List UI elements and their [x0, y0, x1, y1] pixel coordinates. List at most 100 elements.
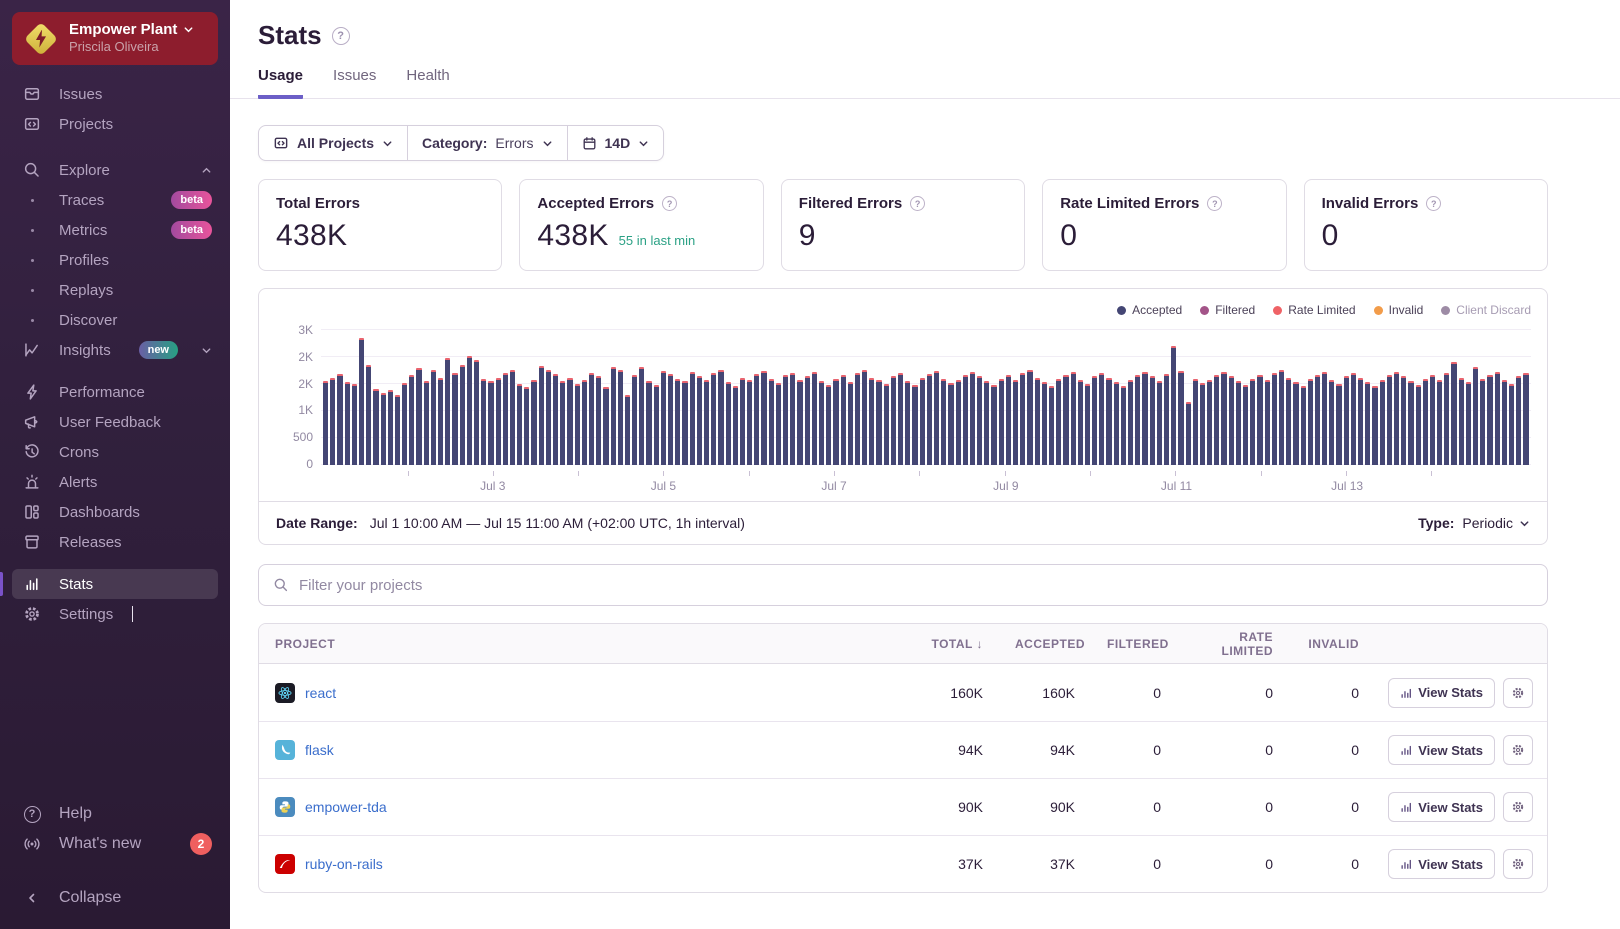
chart-bar[interactable] [452, 373, 457, 465]
chart-bar[interactable] [596, 376, 601, 465]
chart-bar[interactable] [1308, 379, 1313, 465]
chart-bar[interactable] [1358, 378, 1363, 465]
chart-bar[interactable] [546, 370, 551, 465]
chart-bar[interactable] [539, 366, 544, 465]
chart-bar[interactable] [553, 374, 558, 465]
chart-bar[interactable] [503, 373, 508, 465]
view-stats-button[interactable]: View Stats [1388, 735, 1495, 765]
chart-bar[interactable] [517, 384, 522, 465]
chart-bar[interactable] [474, 360, 479, 465]
chart-bar[interactable] [1063, 375, 1068, 465]
chart-bar[interactable] [359, 338, 364, 465]
chart-bar[interactable] [675, 379, 680, 465]
chart-bar[interactable] [977, 376, 982, 465]
chart-bar[interactable] [776, 383, 781, 465]
chart-bar[interactable] [496, 378, 501, 465]
chart-bar[interactable] [812, 372, 817, 465]
chart-bar[interactable] [1380, 380, 1385, 465]
chart-bar[interactable] [1430, 375, 1435, 465]
chart-bar[interactable] [330, 378, 335, 465]
chart-bar[interactable] [395, 395, 400, 465]
sidebar-item-traces[interactable]: Traces beta [12, 185, 218, 215]
chart-bar[interactable] [618, 370, 623, 465]
chart-bar[interactable] [1437, 380, 1442, 465]
chart-bar[interactable] [1229, 376, 1234, 465]
chart-bar[interactable] [1071, 372, 1076, 465]
project-settings-button[interactable] [1503, 849, 1533, 879]
chart-bar[interactable] [697, 376, 702, 465]
chart-bar[interactable] [1056, 379, 1061, 465]
chart-bar[interactable] [1200, 383, 1205, 465]
chart-bar[interactable] [1243, 385, 1248, 465]
chart-bar[interactable] [733, 386, 738, 465]
chart-bar[interactable] [445, 358, 450, 465]
chart-bar[interactable] [927, 374, 932, 465]
chart-bar[interactable] [373, 389, 378, 465]
chart-bar[interactable] [999, 379, 1004, 465]
column-header-accepted[interactable]: ACCEPTED [999, 637, 1091, 651]
chart-bar[interactable] [1487, 375, 1492, 465]
sidebar-item-explore[interactable]: Explore [12, 155, 218, 185]
chart-bar[interactable] [1027, 370, 1032, 465]
chart-bar[interactable] [948, 383, 953, 465]
chart-bar[interactable] [1351, 373, 1356, 465]
chart-bar[interactable] [352, 384, 357, 465]
chart-bar[interactable] [337, 374, 342, 465]
page-help-icon[interactable]: ? [332, 27, 350, 45]
sidebar-item-whats-new[interactable]: What's new 2 [12, 829, 218, 859]
legend-item[interactable]: Filtered [1200, 303, 1255, 317]
chart-bar[interactable] [402, 383, 407, 465]
sidebar-item-projects[interactable]: Projects [12, 109, 218, 139]
chart-bar[interactable] [891, 376, 896, 465]
chart-bar[interactable] [424, 381, 429, 465]
chart-bar[interactable] [1207, 380, 1212, 465]
project-filter-dropdown[interactable]: All Projects [259, 126, 407, 160]
chart-bar[interactable] [1257, 375, 1262, 465]
chart-bar[interactable] [323, 381, 328, 465]
chevron-up-icon[interactable] [201, 165, 212, 176]
chart-bar[interactable] [668, 374, 673, 465]
chart-bar[interactable] [783, 375, 788, 465]
tab-health[interactable]: Health [406, 67, 449, 98]
chart-bar[interactable] [1128, 380, 1133, 465]
sidebar-item-performance[interactable]: Performance [12, 377, 218, 407]
chart-bar[interactable] [639, 367, 644, 465]
chart-bar[interactable] [1444, 373, 1449, 465]
chart-bar[interactable] [1078, 380, 1083, 465]
chart-bar[interactable] [1114, 382, 1119, 465]
chart-bar[interactable] [833, 379, 838, 465]
sidebar-item-stats[interactable]: Stats [12, 569, 218, 599]
sidebar-item-replays[interactable]: Replays [12, 275, 218, 305]
chart-bar[interactable] [1099, 373, 1104, 465]
chart-bar[interactable] [1236, 381, 1241, 465]
chart-bar[interactable] [603, 387, 608, 465]
chart-bar[interactable] [1509, 384, 1514, 465]
chart-bar[interactable] [1121, 386, 1126, 465]
chart-bar[interactable] [460, 365, 465, 465]
chart-bar[interactable] [769, 379, 774, 465]
sidebar-item-metrics[interactable]: Metrics beta [12, 215, 218, 245]
sidebar-item-settings[interactable]: Settings [12, 599, 218, 629]
chart-bar[interactable] [510, 370, 515, 465]
chart-bar[interactable] [984, 381, 989, 465]
chart-bar[interactable] [1451, 362, 1456, 465]
view-stats-button[interactable]: View Stats [1388, 849, 1495, 879]
chart-bar[interactable] [409, 375, 414, 465]
chart-bar[interactable] [848, 382, 853, 465]
chart-bar[interactable] [1178, 371, 1183, 465]
chart-bar[interactable] [1322, 372, 1327, 465]
legend-item[interactable]: Invalid [1374, 303, 1424, 317]
sidebar-item-dashboards[interactable]: Dashboards [12, 497, 218, 527]
chart-bar[interactable] [1035, 378, 1040, 465]
sidebar-item-user-feedback[interactable]: User Feedback [12, 407, 218, 437]
chart-bar[interactable] [1315, 375, 1320, 465]
chart-bar[interactable] [560, 381, 565, 465]
chart-bar[interactable] [575, 384, 580, 465]
chart-bar[interactable] [797, 380, 802, 465]
chart-bar[interactable] [1272, 373, 1277, 465]
sidebar-item-releases[interactable]: Releases [12, 527, 218, 557]
chart-bar[interactable] [481, 379, 486, 465]
search-input[interactable] [299, 577, 1533, 594]
chart-bar[interactable] [1329, 380, 1334, 465]
chart-bar[interactable] [611, 367, 616, 465]
